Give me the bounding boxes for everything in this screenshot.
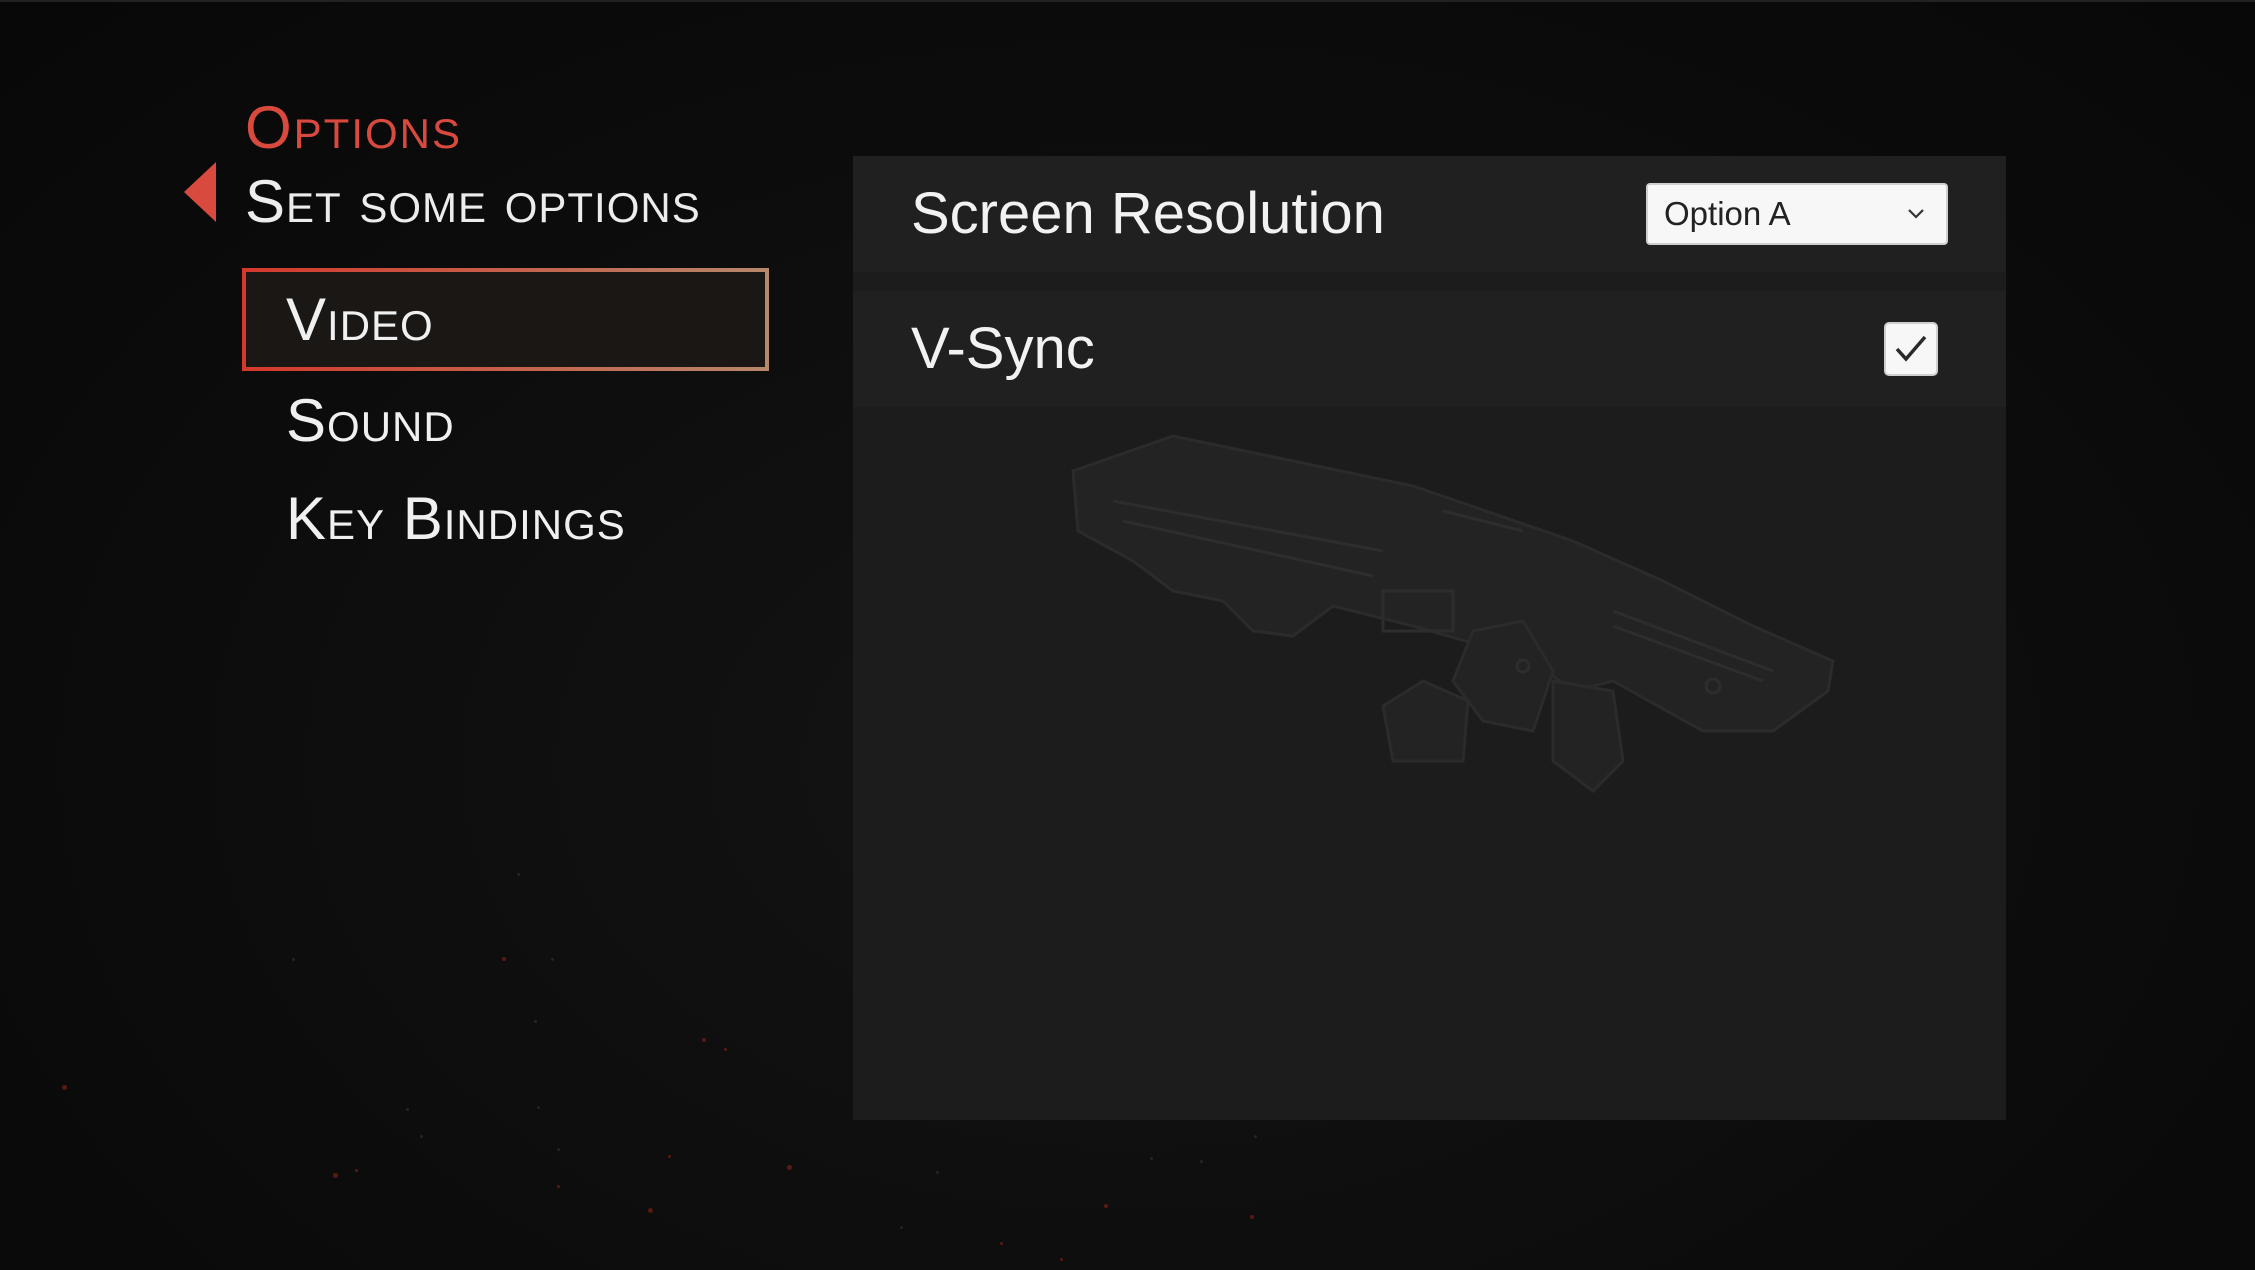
chevron-down-icon bbox=[1908, 209, 1924, 219]
weapon-render-image bbox=[1071, 434, 1835, 793]
vsync-checkbox[interactable] bbox=[1884, 322, 1938, 376]
vsync-label: V-Sync bbox=[911, 316, 1095, 381]
options-category-menu: Video Sound Key Bindings bbox=[242, 268, 769, 567]
checkmark-icon bbox=[1895, 335, 1927, 362]
back-arrow-icon[interactable] bbox=[184, 162, 216, 222]
menu-item-sound[interactable]: Sound bbox=[242, 371, 769, 469]
screen-resolution-label: Screen Resolution bbox=[911, 181, 1385, 246]
menu-item-video[interactable]: Video bbox=[242, 268, 769, 371]
settings-panel: Screen Resolution Option A V-Sync bbox=[853, 156, 2006, 1120]
options-screen: Options Set some options Video Sound Key… bbox=[0, 0, 2255, 1270]
screen-resolution-dropdown[interactable]: Option A bbox=[1646, 183, 1948, 245]
setting-row-vsync: V-Sync bbox=[853, 291, 2006, 407]
setting-row-screen-resolution: Screen Resolution Option A bbox=[853, 156, 2006, 272]
dropdown-selected-value: Option A bbox=[1664, 195, 1791, 232]
page-subtitle: Set some options bbox=[245, 168, 701, 235]
menu-item-key-bindings[interactable]: Key Bindings bbox=[242, 469, 769, 567]
page-title: Options bbox=[245, 94, 463, 161]
